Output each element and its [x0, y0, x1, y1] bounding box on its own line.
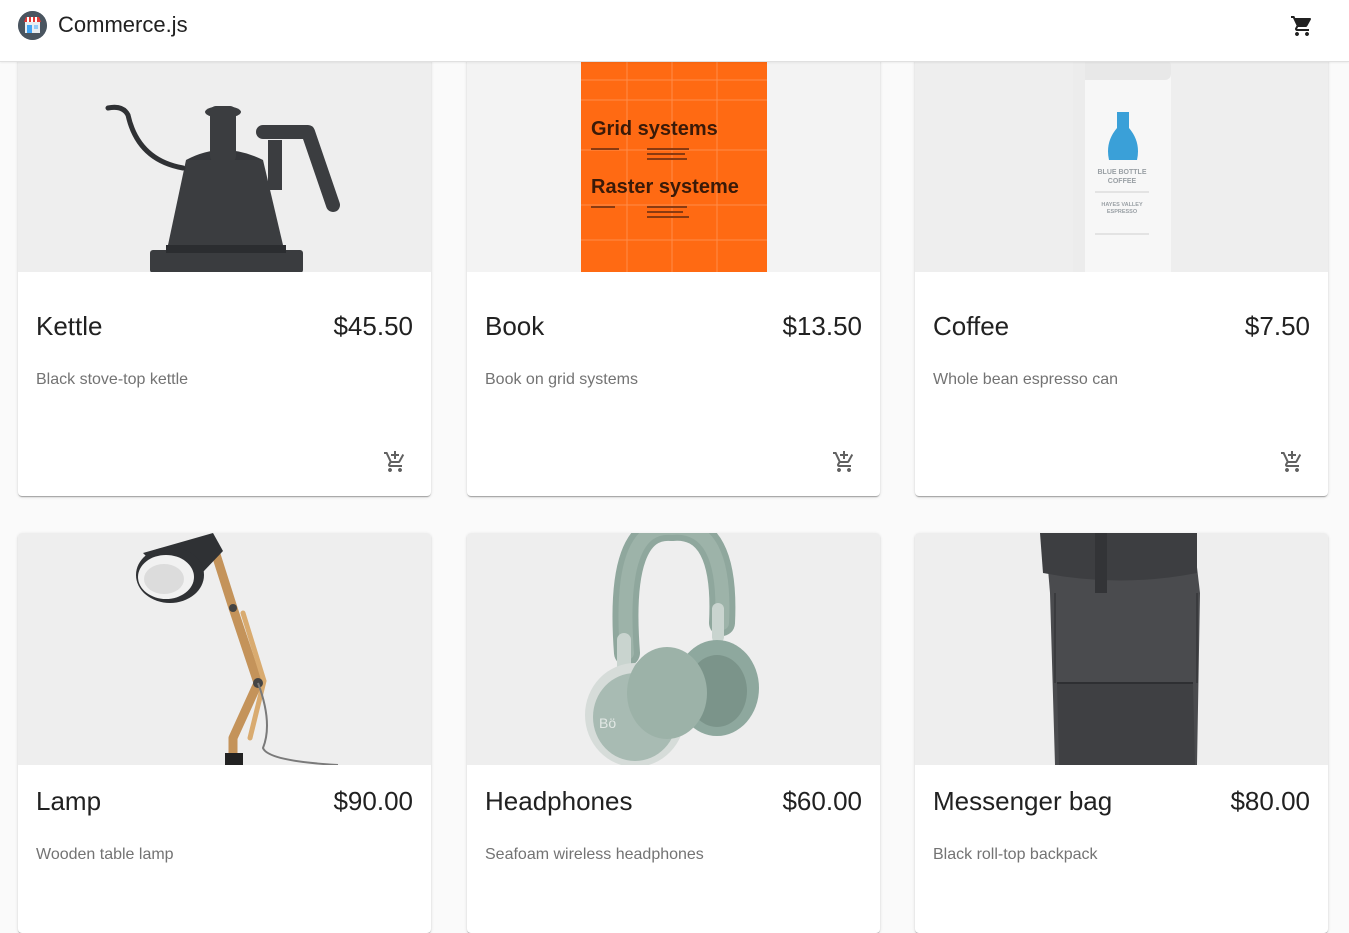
product-image-messenger-bag — [915, 533, 1328, 765]
product-name: Lamp — [36, 786, 102, 816]
product-description: Black roll-top backpack — [933, 846, 1098, 863]
product-price: $60.00 — [782, 786, 862, 816]
book-cover-title-2: Raster systeme — [591, 176, 739, 198]
book-cover-title-1: Grid systems — [591, 118, 718, 140]
product-image-headphones: Bö — [467, 533, 880, 765]
product-image-book: Grid systems Raster systeme — [467, 40, 880, 272]
product-card-book: Grid systems Raster systeme Book $13.50 … — [467, 40, 880, 496]
coffee-brand-line-2: COFFEE — [1108, 178, 1137, 185]
product-image-lamp — [18, 533, 431, 765]
shopping-cart-icon — [1291, 16, 1312, 36]
storefront-logo-icon[interactable] — [18, 11, 47, 40]
product-description: Book on grid systems — [485, 371, 638, 388]
product-name: Messenger bag — [933, 786, 1113, 816]
cart-button[interactable] — [1282, 6, 1322, 46]
add-to-cart-button[interactable] — [822, 440, 866, 484]
product-card-coffee: BLUE BOTTLE COFFEE HAYES VALLEY ESPRESSO… — [915, 40, 1328, 496]
add-to-cart-button[interactable] — [373, 440, 417, 484]
coffee-blend-line-2: ESPRESSO — [1107, 209, 1138, 215]
svg-text:Bö: Bö — [599, 715, 616, 731]
product-description: Whole bean espresso can — [933, 371, 1118, 388]
product-image-kettle — [18, 40, 431, 272]
coffee-blend-line-1: HAYES VALLEY — [1101, 202, 1143, 208]
product-price: $90.00 — [333, 786, 413, 816]
product-name: Book — [485, 311, 545, 341]
add-to-cart-button[interactable] — [1270, 440, 1314, 484]
product-name: Headphones — [485, 786, 633, 816]
product-description: Wooden table lamp — [36, 846, 174, 863]
product-card-headphones: Bö Headphones $60.00 Seafoam wireless he… — [467, 533, 880, 933]
product-price: $80.00 — [1230, 786, 1310, 816]
app-bar: Commerce.js — [0, 0, 1349, 62]
product-price: $7.50 — [1244, 311, 1310, 341]
coffee-brand-line-1: BLUE BOTTLE — [1098, 169, 1147, 176]
product-image-coffee: BLUE BOTTLE COFFEE HAYES VALLEY ESPRESSO — [915, 40, 1328, 272]
product-card-lamp: Lamp $90.00 Wooden table lamp — [18, 533, 431, 933]
add-shopping-cart-icon — [1281, 451, 1302, 472]
product-card-kettle: Kettle $45.50 Black stove-top kettle — [18, 40, 431, 496]
product-card-messenger-bag: Messenger bag $80.00 Black roll-top back… — [915, 533, 1328, 933]
product-description: Seafoam wireless headphones — [485, 846, 704, 863]
brand-title[interactable]: Commerce.js — [58, 11, 188, 38]
product-name: Kettle — [36, 311, 103, 341]
product-description: Black stove-top kettle — [36, 371, 189, 388]
product-name: Coffee — [933, 311, 1010, 341]
add-shopping-cart-icon — [384, 451, 405, 472]
product-price: $13.50 — [782, 311, 862, 341]
product-price: $45.50 — [333, 311, 413, 341]
add-shopping-cart-icon — [833, 451, 854, 472]
